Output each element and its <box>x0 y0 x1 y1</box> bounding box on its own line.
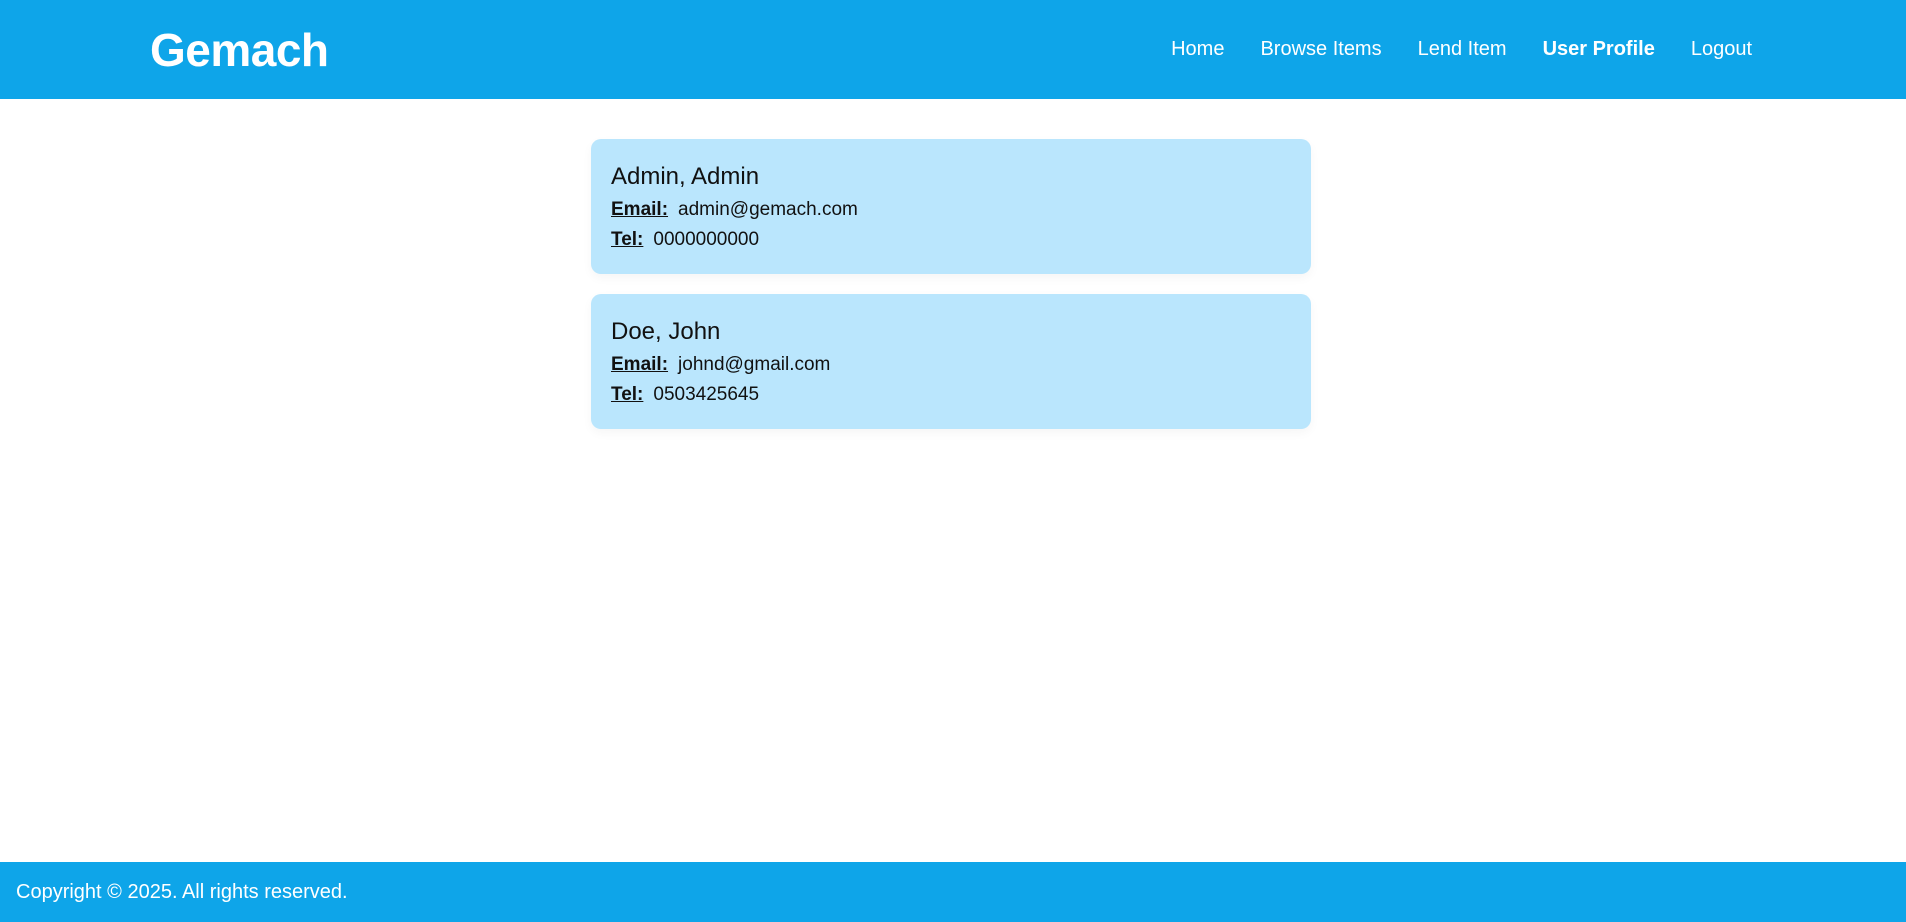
user-email-row: Email: johnd@gmail.com <box>611 350 1291 380</box>
user-card: Admin, Admin Email: admin@gemach.com Tel:… <box>591 139 1311 274</box>
user-name: Admin, Admin <box>611 163 760 190</box>
email-label: Email: <box>611 199 669 220</box>
user-name: Doe, John <box>611 318 721 345</box>
brand-logo[interactable]: Gemach <box>150 22 329 78</box>
user-email: admin@gemach.com <box>678 199 858 220</box>
email-label: Email: <box>611 354 669 375</box>
nav-lend-item[interactable]: Lend Item <box>1418 34 1507 64</box>
user-tel: 0000000000 <box>653 229 760 250</box>
user-tel: 0503425645 <box>653 384 760 405</box>
user-tel-row: Tel: 0503425645 <box>611 380 1291 410</box>
top-navbar: Gemach Home Browse Items Lend Item User … <box>0 0 1906 99</box>
user-email-row: Email: admin@gemach.com <box>611 195 1291 225</box>
nav-browse-items[interactable]: Browse Items <box>1260 34 1381 64</box>
copyright-text: Copyright © 2025. All rights reserved. <box>16 881 348 903</box>
tel-label: Tel: <box>611 384 644 405</box>
nav-logout[interactable]: Logout <box>1691 34 1752 64</box>
user-list: Admin, Admin Email: admin@gemach.com Tel:… <box>0 99 1906 862</box>
page-footer: Copyright © 2025. All rights reserved. <box>0 862 1906 922</box>
main-nav: Home Browse Items Lend Item User Profile… <box>1171 34 1752 64</box>
tel-label: Tel: <box>611 229 644 250</box>
nav-user-profile[interactable]: User Profile <box>1543 34 1655 64</box>
nav-home[interactable]: Home <box>1171 34 1224 64</box>
user-tel-row: Tel: 0000000000 <box>611 225 1291 255</box>
user-email: johnd@gmail.com <box>678 354 831 375</box>
user-card: Doe, John Email: johnd@gmail.com Tel: 0503… <box>591 294 1311 429</box>
